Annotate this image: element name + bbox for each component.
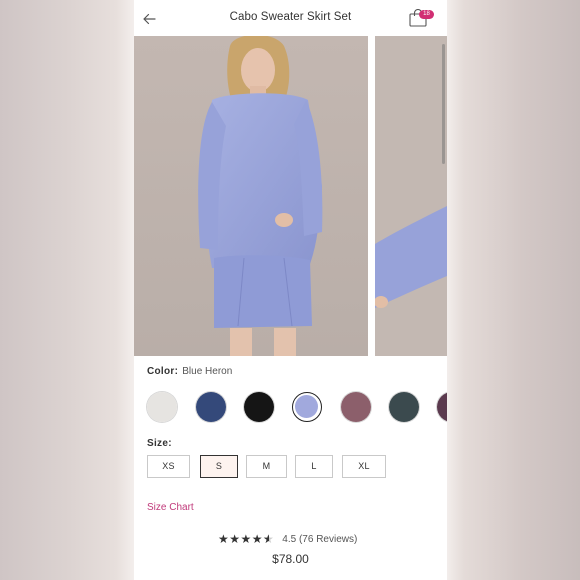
swatch-black[interactable]: [244, 392, 274, 422]
size-option-m[interactable]: M: [246, 455, 287, 478]
swatch-navy[interactable]: [196, 392, 226, 422]
swatch-plum[interactable]: [437, 392, 447, 422]
size-option-xs[interactable]: XS: [147, 455, 190, 478]
product-screen: Cabo Sweater Skirt Set 18 Color: Blue He…: [134, 0, 447, 580]
size-option-l[interactable]: L: [295, 455, 333, 478]
size-option-xl[interactable]: XL: [342, 455, 386, 478]
product-photo-next: [375, 36, 447, 356]
swatch-cream[interactable]: [147, 392, 177, 422]
swatch-slate[interactable]: [389, 392, 419, 422]
product-image-next[interactable]: [375, 36, 447, 356]
header: Cabo Sweater Skirt Set 18: [134, 0, 447, 36]
swatch-mauve[interactable]: [341, 392, 371, 422]
product-photo: [134, 36, 368, 356]
product-price: $78.00: [272, 552, 309, 566]
size-option-s[interactable]: S: [200, 455, 238, 478]
scrollbar-thumb[interactable]: [442, 44, 445, 164]
page-title: Cabo Sweater Skirt Set: [229, 11, 352, 23]
color-label-text: Color:: [147, 366, 179, 377]
color-label: Color: Blue Heron: [147, 366, 232, 377]
cart-count-badge: 18: [419, 10, 434, 19]
rating-summary[interactable]: ★★★★★★ 4.5 (76 Reviews): [218, 532, 357, 546]
product-image-main[interactable]: [134, 36, 368, 356]
review-count-text: 4.5 (76 Reviews): [282, 534, 358, 545]
swatch-blue-heron[interactable]: [292, 392, 322, 422]
size-chart-link[interactable]: Size Chart: [147, 502, 194, 513]
star-rating-icon: ★★★★★★: [218, 532, 275, 546]
selected-color-name: Blue Heron: [182, 366, 233, 377]
size-label: Size:: [147, 438, 172, 449]
